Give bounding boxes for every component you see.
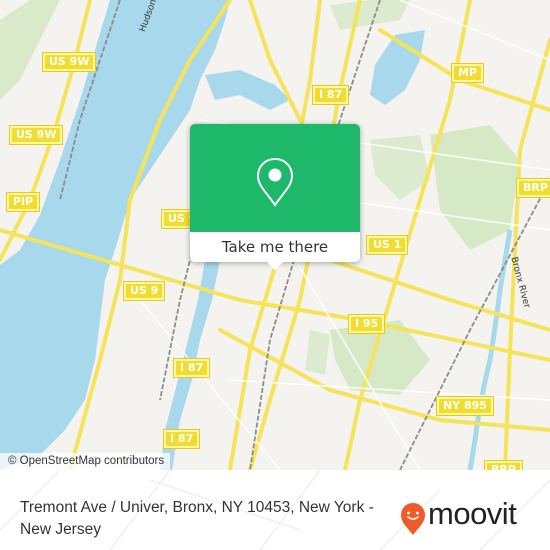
route-shield-brp: BRP	[516, 178, 550, 198]
route-shield-us-9w: US 9W	[8, 125, 64, 145]
address-text: Tremont Ave / Univer, Bronx, NY 10453, N…	[20, 499, 374, 538]
take-me-there-button[interactable]: Take me there	[190, 232, 360, 262]
route-shield-pip: PIP	[5, 192, 41, 212]
location-pin-icon	[256, 157, 294, 207]
route-shield-us-1: US 1	[365, 235, 409, 255]
route-shield-i-87: I 87	[311, 85, 350, 105]
route-shield-brp: BRP	[484, 460, 523, 470]
map-attribution[interactable]: © OpenStreetMap contributors	[0, 453, 171, 470]
route-shield-i-87: I 87	[162, 429, 201, 449]
popup-header	[190, 124, 360, 232]
popup-pointer	[267, 262, 283, 270]
route-shield-us-9: US 9	[122, 281, 166, 301]
map[interactable]: US 9W US 9W PIP US 9 US 9 I 87 MP BRP US…	[0, 0, 550, 470]
moovit-logo[interactable]: moovit	[400, 496, 540, 540]
route-shield-i-95: I 95	[347, 314, 386, 334]
moovit-pin-icon	[401, 503, 425, 535]
location-popup: Take me there	[190, 124, 360, 270]
moovit-wordmark: moovit	[428, 496, 517, 531]
route-shield-mp: MP	[450, 63, 485, 83]
route-shield-ny-895: NY 895	[436, 396, 494, 416]
route-shield-i-87: I 87	[172, 358, 211, 378]
route-shield-us-9w: US 9W	[41, 52, 97, 72]
